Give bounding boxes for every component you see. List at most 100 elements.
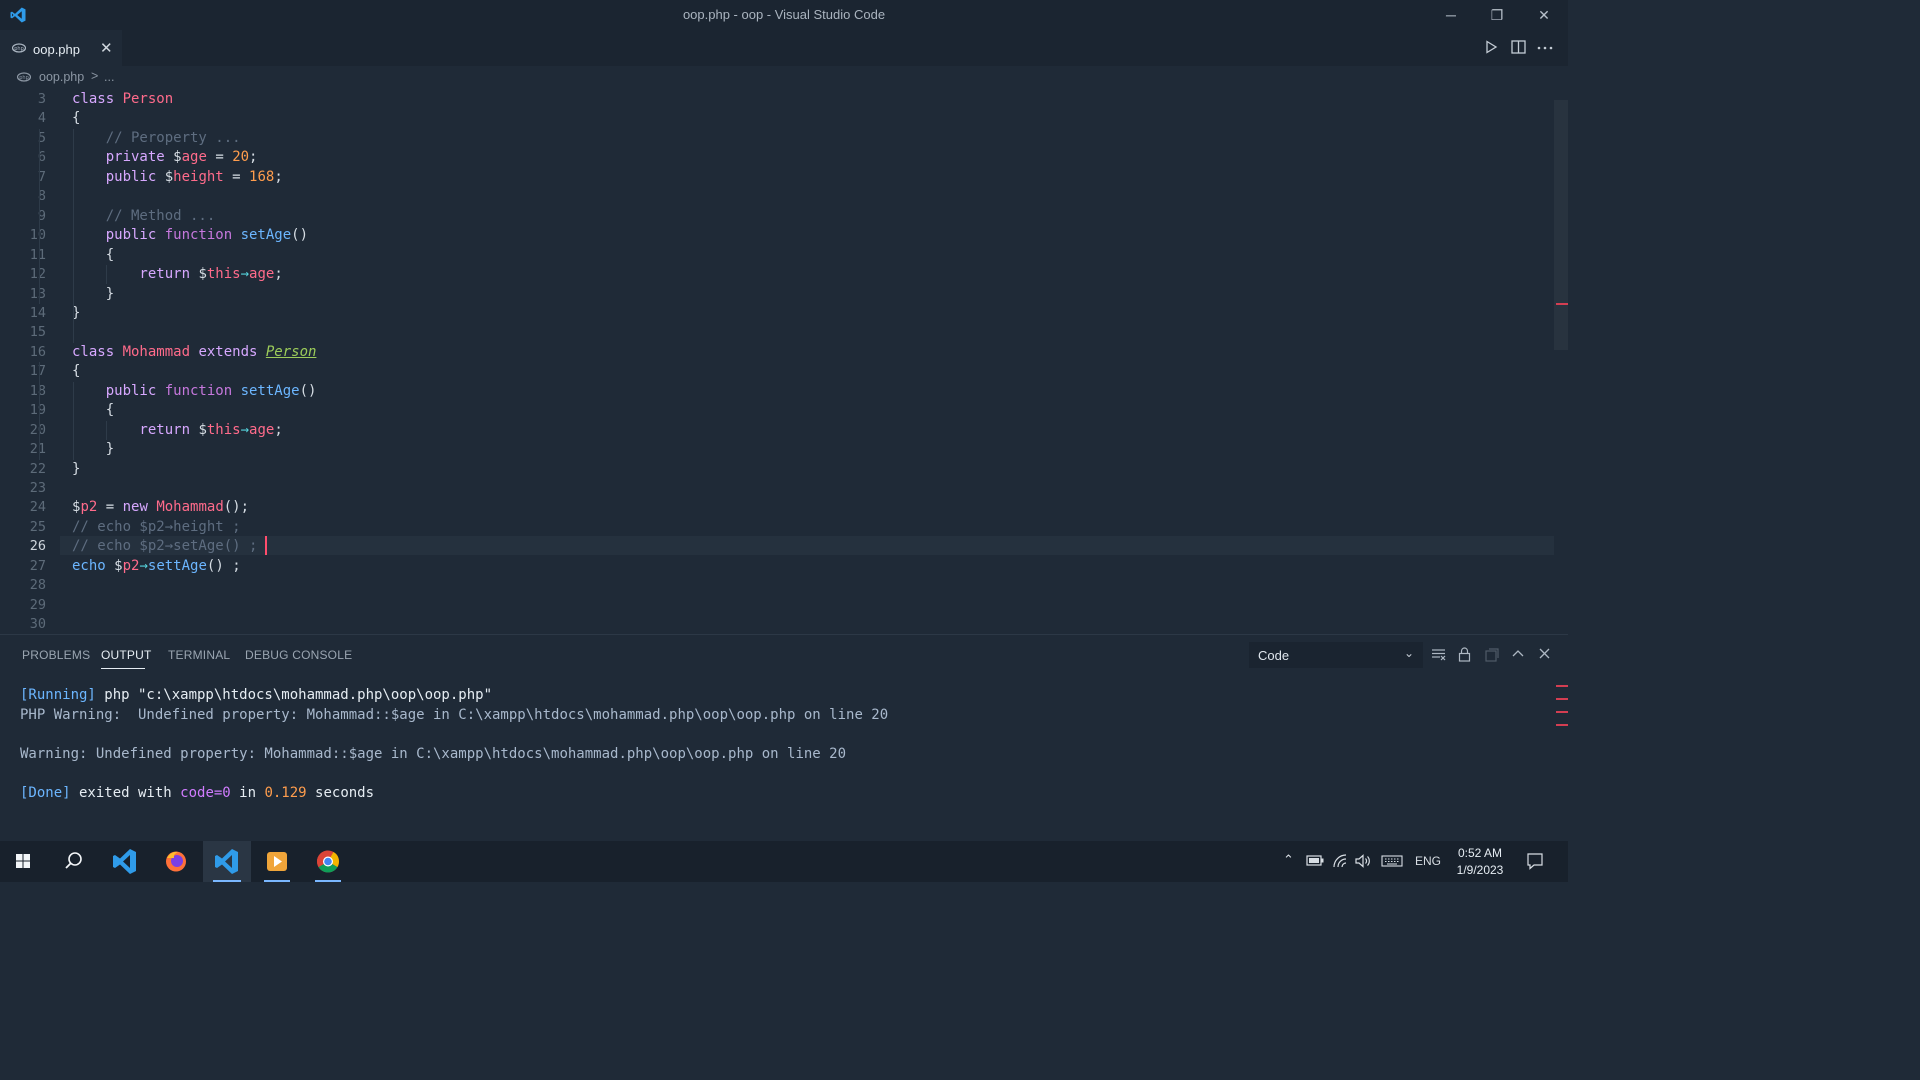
minimize-button[interactable]: ─	[1428, 4, 1474, 26]
line-number: 16	[29, 343, 46, 360]
maximize-panel-icon[interactable]	[1512, 649, 1524, 657]
code-line[interactable]: return $this→age;	[72, 265, 282, 284]
code-line[interactable]: {	[72, 109, 80, 128]
code-token: public	[72, 382, 165, 399]
code-line[interactable]: class Mohammad extends Person	[72, 343, 316, 362]
code-line[interactable]: }	[72, 440, 114, 459]
code-token: return	[72, 266, 199, 283]
code-token: // echo $p2→height ;	[72, 518, 241, 535]
code-token: $	[198, 266, 207, 283]
battery-icon[interactable]	[1306, 855, 1324, 866]
code-token: }	[72, 441, 115, 458]
code-token: private	[72, 149, 174, 166]
keyboard-icon[interactable]	[1381, 855, 1403, 867]
code-line[interactable]: {	[72, 362, 80, 381]
code-token: extends	[190, 343, 266, 360]
output-token: seconds	[306, 785, 375, 801]
code-line[interactable]: // echo $p2→height ;	[72, 518, 241, 537]
code-line[interactable]: return $this→age;	[72, 421, 282, 440]
volume-icon[interactable]	[1355, 854, 1371, 868]
clock-date[interactable]: 1/9/2023	[1450, 863, 1510, 877]
wifi-icon[interactable]	[1333, 854, 1349, 868]
tab-terminal[interactable]: TERMINAL	[168, 648, 230, 662]
more-actions-icon[interactable]	[1537, 46, 1553, 50]
chrome-window[interactable]	[305, 841, 351, 882]
tab-oop-php[interactable]: php oop.php ✕	[0, 30, 122, 67]
code-line[interactable]: echo $p2→settAge() ;	[72, 557, 241, 576]
code-line[interactable]: private $age = 20;	[72, 148, 258, 167]
line-number: 23	[29, 480, 46, 496]
clear-output-icon[interactable]	[1431, 648, 1446, 661]
scrollbar-error-marker	[1556, 685, 1568, 687]
code-editor[interactable]: 3 class Person 4{5 // Peroperty ... 6 priva…	[0, 88, 1568, 634]
text-cursor	[265, 536, 267, 555]
tab-debug-console[interactable]: DEBUG CONSOLE	[245, 648, 352, 662]
tab-close-icon[interactable]: ✕	[100, 39, 113, 57]
notifications-icon[interactable]	[1526, 852, 1544, 870]
code-line[interactable]: // echo $p2→setAge() ;	[72, 537, 257, 556]
indent-guide	[39, 362, 40, 460]
close-panel-icon[interactable]	[1539, 648, 1550, 659]
media-player-window[interactable]	[254, 841, 300, 882]
tab-output[interactable]: OUTPUT	[101, 648, 152, 662]
code-line[interactable]: }	[72, 460, 80, 479]
lock-scroll-icon[interactable]	[1458, 647, 1471, 662]
code-line[interactable]: public $height = 168;	[72, 168, 283, 187]
code-token: =	[223, 168, 250, 185]
run-icon[interactable]	[1484, 40, 1498, 54]
tab-problems[interactable]: PROBLEMS	[22, 648, 90, 662]
code-token: Mohammad	[122, 343, 191, 360]
clock-time[interactable]: 0:52 AM	[1452, 846, 1508, 860]
windows-start-icon[interactable]	[0, 841, 46, 882]
output-panel: PROBLEMS OUTPUT TERMINAL DEBUG CONSOLE C…	[0, 634, 1568, 841]
editor-tab-bar: php oop.php ✕	[0, 30, 1568, 67]
code-token: ();	[223, 499, 250, 516]
chevron-up-icon[interactable]: ⌃	[1283, 852, 1294, 868]
firefox-icon[interactable]	[153, 841, 199, 882]
code-token: =	[206, 149, 233, 166]
code-line[interactable]: public function setAge()	[72, 226, 308, 245]
breadcrumb-more[interactable]: ...	[104, 70, 114, 84]
code-token: $	[198, 421, 207, 438]
code-token: →	[240, 421, 250, 438]
code-line[interactable]: {	[72, 246, 114, 265]
line-number: 26	[29, 538, 46, 555]
scrollbar-error-marker	[1556, 303, 1568, 305]
code-token: $	[114, 557, 123, 574]
svg-text:php: php	[19, 75, 29, 81]
editor-scrollbar[interactable]	[1554, 100, 1568, 350]
code-line[interactable]: $p2 = new Mohammad();	[72, 498, 249, 517]
code-line[interactable]: public function settAge()	[72, 382, 317, 401]
code-line[interactable]: // Method ...	[72, 207, 216, 226]
code-token: ()	[291, 227, 309, 244]
code-token: class	[72, 343, 123, 360]
close-window-button[interactable]: ✕	[1521, 4, 1567, 26]
code-line[interactable]: class Person	[72, 90, 173, 109]
open-in-editor-icon[interactable]	[1485, 648, 1499, 662]
code-token: // Peroperty ...	[72, 129, 241, 146]
line-number: 3	[37, 91, 46, 107]
code-line[interactable]: {	[72, 401, 114, 420]
input-language[interactable]: ENG	[1415, 854, 1441, 868]
restore-button[interactable]: ❐	[1474, 4, 1520, 26]
line-number: 24	[29, 499, 46, 516]
code-token: ;	[274, 168, 283, 185]
code-line[interactable]: }	[72, 285, 114, 304]
code-token: settAge	[240, 382, 300, 399]
code-token: setAge	[240, 227, 292, 244]
code-token: function	[164, 382, 241, 399]
split-editor-icon[interactable]	[1511, 40, 1526, 54]
line-number: 22	[29, 460, 46, 477]
output-channel-select[interactable]: Code ⌄	[1249, 642, 1423, 668]
vscode-taskbar-icon[interactable]	[102, 841, 148, 882]
vscode-active-window[interactable]	[203, 841, 251, 882]
search-icon[interactable]	[50, 841, 96, 882]
output-line: [Running] php "c:\xampp\htdocs\mohammad.…	[20, 686, 492, 705]
code-token: Person	[265, 343, 317, 360]
chrome-icon	[317, 850, 339, 873]
breadcrumb-file[interactable]: oop.php	[39, 70, 84, 84]
code-line[interactable]: // Peroperty ...	[72, 129, 241, 148]
code-token: Person	[122, 91, 174, 107]
line-number: 15	[29, 324, 46, 341]
chevron-down-icon: ⌄	[1403, 646, 1414, 660]
